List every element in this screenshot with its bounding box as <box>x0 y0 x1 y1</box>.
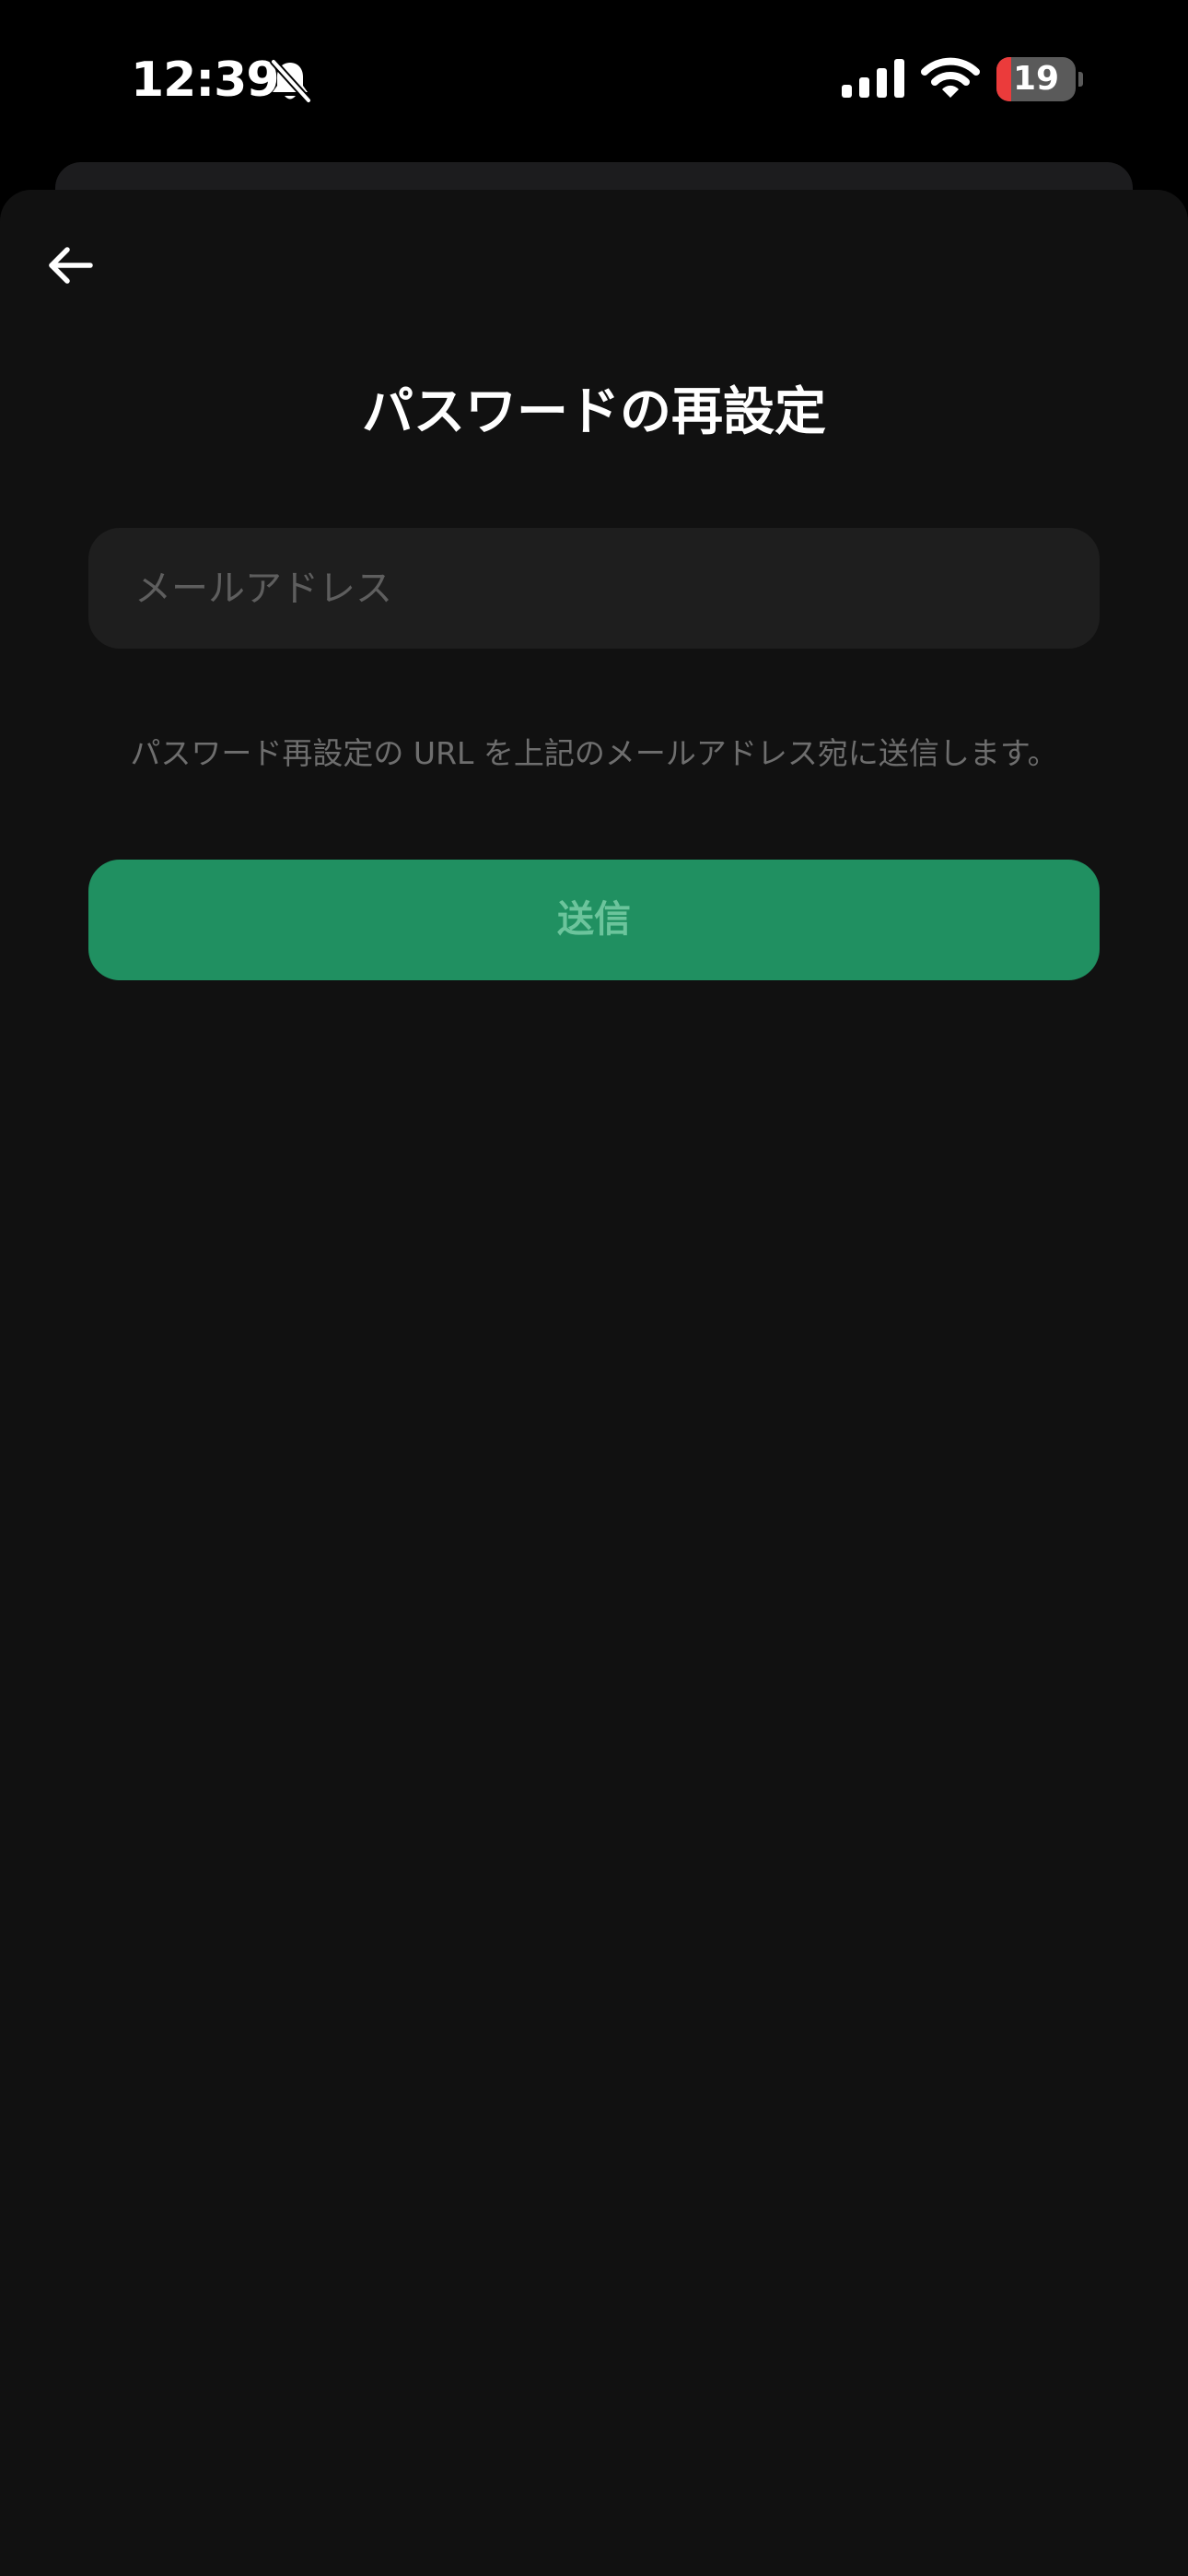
battery-percentage: 19 <box>1012 60 1060 98</box>
cellular-signal-icon <box>842 59 904 98</box>
status-time: 12:39 <box>131 53 280 108</box>
wifi-icon <box>921 57 980 98</box>
email-input[interactable] <box>133 566 1055 611</box>
bell-slash-icon <box>270 58 312 104</box>
helper-text: パスワード再設定の URL を上記のメールアドレス宛に送信します。 <box>130 735 1058 771</box>
arrow-left-icon <box>49 247 93 284</box>
submit-button[interactable]: 送信 <box>88 860 1100 980</box>
status-bar: 12:39 19 <box>0 0 1188 161</box>
battery-indicator: 19 <box>996 57 1083 101</box>
battery-body: 19 <box>996 57 1076 101</box>
page-title: パスワードの再設定 <box>362 382 826 442</box>
email-field[interactable] <box>88 528 1100 649</box>
battery-tip <box>1078 72 1083 87</box>
back-button[interactable] <box>37 232 103 299</box>
